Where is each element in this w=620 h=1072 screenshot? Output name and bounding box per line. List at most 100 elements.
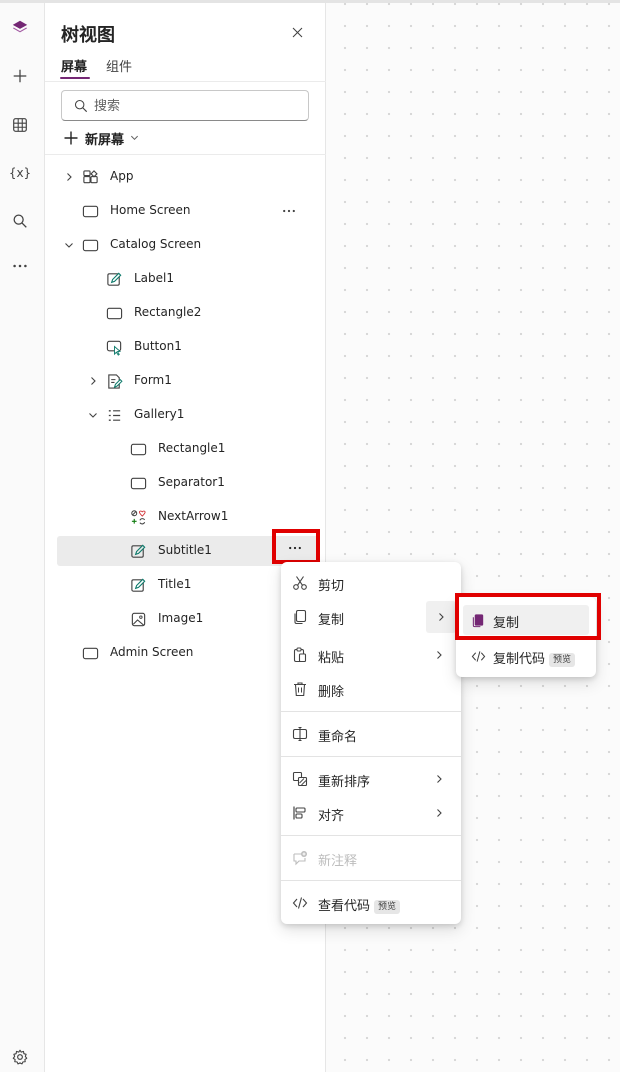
highlight-box-more-options bbox=[272, 529, 320, 564]
highlight-box-copy bbox=[455, 593, 601, 640]
screen-icon bbox=[81, 236, 99, 254]
tree-node-label: Catalog Screen bbox=[110, 237, 202, 251]
menu-item-label: 删除 bbox=[318, 685, 345, 700]
tree-node-nextarrow1[interactable]: NextArrow1 bbox=[57, 502, 319, 532]
icon-control-icon bbox=[129, 508, 147, 526]
tree-node-rectangle1[interactable]: Rectangle1 bbox=[57, 434, 319, 464]
comment-add-icon bbox=[291, 849, 309, 867]
label-edit-icon bbox=[129, 542, 147, 560]
menu-item-text: 查看代码 bbox=[318, 899, 371, 914]
search-icon bbox=[74, 99, 88, 113]
tree-node-label: Rectangle1 bbox=[158, 441, 226, 455]
tree-node-admin-screen[interactable]: Admin Screen bbox=[57, 638, 319, 668]
align-icon bbox=[291, 804, 309, 822]
menu-item-reorder[interactable]: 重新排序 bbox=[281, 763, 461, 795]
tree-node-home-screen[interactable]: Home Screen bbox=[57, 196, 319, 226]
new-screen-label: 新屏幕 bbox=[85, 132, 125, 148]
context-menu: 剪切 复制 粘贴 删除 重命名 重新排序 对齐 新注释 查看代码 预览 bbox=[281, 562, 461, 924]
tree-node-title1[interactable]: Title1 bbox=[57, 570, 319, 600]
close-icon[interactable] bbox=[287, 22, 307, 42]
tree-node-label: Form1 bbox=[134, 373, 172, 387]
rectangle-icon bbox=[105, 304, 123, 322]
menu-item-copy[interactable]: 复制 bbox=[281, 601, 461, 633]
menu-item-label: 复制 bbox=[318, 613, 345, 628]
rename-icon bbox=[291, 725, 309, 743]
chevron-down-icon bbox=[130, 131, 139, 146]
menu-item-view-code[interactable]: 查看代码 预览 bbox=[281, 887, 461, 919]
image-icon bbox=[129, 610, 147, 628]
tree-node-catalog-screen[interactable]: Catalog Screen bbox=[57, 230, 319, 260]
label-edit-icon bbox=[105, 270, 123, 288]
tree-node-app[interactable]: App bbox=[57, 162, 319, 192]
menu-item-rename[interactable]: 重命名 bbox=[281, 718, 461, 750]
tree-node-label: Home Screen bbox=[110, 203, 191, 217]
menu-item-label: 新注释 bbox=[318, 854, 358, 869]
divider bbox=[45, 81, 326, 82]
panel-title: 树视图 bbox=[61, 25, 115, 46]
more-horizontal-icon[interactable] bbox=[5, 251, 35, 281]
cut-icon bbox=[291, 574, 309, 592]
tree-node-button1[interactable]: Button1 bbox=[57, 332, 319, 362]
menu-item-label: 重命名 bbox=[318, 730, 358, 745]
tree-node-label: Admin Screen bbox=[110, 645, 194, 659]
tree-node-label1[interactable]: Label1 bbox=[57, 264, 319, 294]
chevron-down-icon[interactable] bbox=[63, 239, 75, 251]
tab-screens[interactable]: 屏幕 bbox=[61, 56, 87, 75]
tree-node-form1[interactable]: Form1 bbox=[57, 366, 319, 396]
settings-gear-icon[interactable] bbox=[5, 1042, 35, 1072]
tab-components[interactable]: 组件 bbox=[106, 56, 132, 75]
more-options-icon[interactable] bbox=[278, 201, 300, 221]
reorder-icon bbox=[291, 770, 309, 788]
search-icon[interactable] bbox=[5, 206, 35, 236]
chevron-right-icon bbox=[432, 772, 446, 786]
rectangle-icon bbox=[129, 440, 147, 458]
search-box bbox=[61, 90, 309, 121]
chevron-down-icon[interactable] bbox=[87, 409, 99, 421]
button-icon bbox=[105, 338, 123, 356]
paste-icon bbox=[291, 646, 309, 664]
preview-badge: 预览 bbox=[374, 900, 401, 914]
chevron-right-icon[interactable] bbox=[63, 171, 75, 183]
code-icon bbox=[291, 894, 309, 912]
menu-item-cut[interactable]: 剪切 bbox=[281, 567, 461, 599]
submenu-item-label: 复制代码 预览 bbox=[493, 648, 576, 667]
data-table-icon[interactable] bbox=[5, 110, 35, 140]
tree-node-label: Label1 bbox=[134, 271, 175, 285]
left-rail: {x} bbox=[0, 3, 45, 1072]
menu-item-label: 重新排序 bbox=[318, 775, 371, 790]
form-icon bbox=[105, 372, 123, 390]
screen-icon bbox=[81, 202, 99, 220]
menu-item-label: 查看代码 预览 bbox=[318, 895, 401, 914]
tree-node-label: App bbox=[110, 169, 134, 183]
app-icon bbox=[81, 168, 99, 186]
tree-node-image1[interactable]: Image1 bbox=[57, 604, 319, 634]
chevron-right-icon[interactable] bbox=[87, 375, 99, 387]
tree-node-label: Separator1 bbox=[158, 475, 225, 489]
tree-node-separator1[interactable]: Separator1 bbox=[57, 468, 319, 498]
divider bbox=[45, 154, 326, 155]
insert-plus-icon[interactable] bbox=[5, 61, 35, 91]
menu-item-paste[interactable]: 粘贴 bbox=[281, 639, 461, 671]
search-input[interactable] bbox=[94, 96, 299, 116]
menu-divider bbox=[281, 835, 461, 836]
menu-divider bbox=[281, 711, 461, 712]
tree-node-gallery1[interactable]: Gallery1 bbox=[57, 400, 319, 430]
tree-node-label: Title1 bbox=[158, 577, 192, 591]
chevron-right-icon bbox=[426, 601, 456, 633]
submenu-item-copy-code[interactable]: 复制代码 预览 bbox=[463, 641, 589, 671]
tree-node-label: Image1 bbox=[158, 611, 204, 625]
variables-icon[interactable]: {x} bbox=[5, 158, 35, 188]
tree-view-layers-icon[interactable] bbox=[5, 13, 35, 43]
menu-item-delete[interactable]: 删除 bbox=[281, 673, 461, 705]
tree-node-rectangle2[interactable]: Rectangle2 bbox=[57, 298, 319, 328]
menu-item-label: 粘贴 bbox=[318, 651, 345, 666]
gallery-icon bbox=[105, 406, 123, 424]
menu-item-align[interactable]: 对齐 bbox=[281, 797, 461, 829]
tree-node-label: Subtitle1 bbox=[158, 543, 212, 557]
tree-node-label: Rectangle2 bbox=[134, 305, 202, 319]
copy-icon bbox=[291, 608, 309, 626]
menu-divider bbox=[281, 880, 461, 881]
menu-item-new-comment: 新注释 bbox=[281, 842, 461, 874]
new-screen-button[interactable]: 新屏幕 bbox=[63, 127, 139, 149]
chevron-right-icon bbox=[432, 806, 446, 820]
